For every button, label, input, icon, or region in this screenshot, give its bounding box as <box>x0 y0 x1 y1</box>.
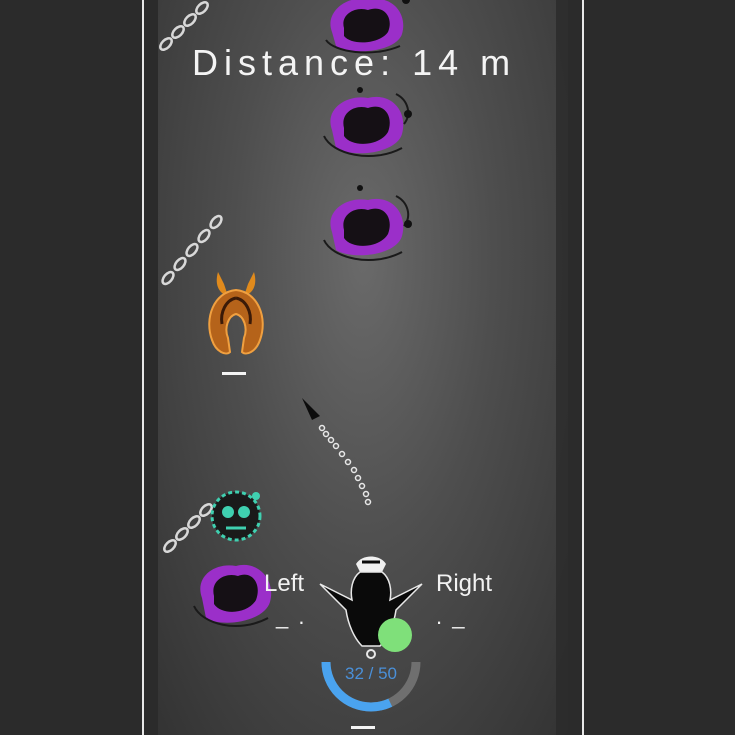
left-control-label[interactable]: Left <box>264 570 304 598</box>
purple-blob-enemy-icon[interactable] <box>322 84 416 168</box>
purple-blob-enemy-icon[interactable] <box>322 182 416 272</box>
right-control-hint: . _ <box>436 604 467 629</box>
playfield-edge <box>556 0 568 735</box>
distance-unit: m <box>480 42 517 83</box>
charge-orb-icon <box>378 618 412 652</box>
player-health-bar <box>351 726 375 729</box>
ammo-count: 32 / 50 <box>345 664 397 683</box>
right-control-label[interactable]: Right <box>436 570 492 598</box>
left-control-hint: _ . <box>276 604 307 629</box>
distance-label: Distance: <box>192 42 397 83</box>
distance-value: 14 <box>412 42 465 83</box>
enemy-health-bar <box>222 372 246 375</box>
projectile-icon <box>302 398 372 506</box>
teal-skull-enemy-icon[interactable] <box>206 486 266 548</box>
orange-horned-enemy-icon[interactable] <box>206 268 266 360</box>
distance-readout: Distance: 14 m <box>192 42 516 84</box>
